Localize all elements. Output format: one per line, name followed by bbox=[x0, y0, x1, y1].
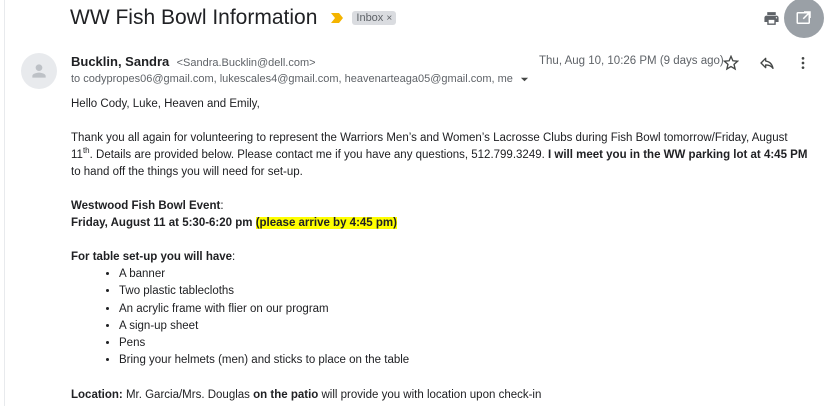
setup-items-list: A banner Two plastic tablecloths An acry… bbox=[71, 266, 811, 370]
intro-superscript: th bbox=[82, 146, 90, 156]
list-item: A banner bbox=[119, 266, 811, 283]
print-icon bbox=[763, 11, 779, 25]
left-divider bbox=[4, 0, 5, 406]
event-heading: Westwood Fish Bowl Event: bbox=[71, 198, 811, 215]
event-time: Friday, August 11 at 5:30-6:20 pm bbox=[71, 217, 256, 229]
more-options-button[interactable] bbox=[790, 52, 816, 74]
remove-label-button[interactable]: × bbox=[386, 13, 392, 24]
intro-text-c: to hand off the things you will need for… bbox=[71, 166, 303, 178]
greeting: Hello Cody, Luke, Heaven and Emily, bbox=[71, 98, 260, 110]
event-time-line: Friday, August 11 at 5:30-6:20 pm (pleas… bbox=[71, 215, 811, 232]
event-colon: : bbox=[220, 200, 224, 212]
message-actions bbox=[718, 52, 826, 74]
recipients-line: to codypropes06@gmail.com, lukescales4@g… bbox=[71, 73, 529, 85]
open-in-new-window-icon bbox=[796, 11, 811, 24]
sender-name[interactable]: Bucklin, Sandra bbox=[71, 54, 169, 69]
message-body: Hello Cody, Luke, Heaven and Emily, Than… bbox=[71, 96, 811, 404]
event-note-highlight: (please arrive by 4:45 pm) bbox=[255, 217, 397, 229]
message-date: Thu, Aug 10, 10:26 PM (9 days ago) bbox=[539, 55, 724, 67]
label-chip-inbox: Inbox × bbox=[352, 11, 397, 25]
star-icon bbox=[723, 55, 739, 71]
intro-paragraph: Thank you all again for volunteering to … bbox=[71, 130, 811, 181]
setup-heading: For table set-up you will have: bbox=[71, 249, 811, 266]
location-line: Location: Mr. Garcia/Mrs. Douglas on the… bbox=[71, 387, 811, 404]
thread-actions bbox=[760, 0, 824, 38]
recipients-text: to codypropes06@gmail.com, lukescales4@g… bbox=[71, 73, 513, 85]
star-button[interactable] bbox=[718, 52, 744, 74]
sender-email: <Sandra.Bucklin@dell.com> bbox=[176, 57, 316, 69]
location-label: Location: bbox=[71, 388, 123, 401]
intro-bold: I will meet you in the WW parking lot at… bbox=[548, 149, 808, 161]
list-item: An acrylic frame with flier on our progr… bbox=[119, 301, 811, 318]
list-item: Two plastic tablecloths bbox=[119, 283, 811, 300]
location-bold: on the patio bbox=[253, 388, 319, 401]
location-text-a: Mr. Garcia/Mrs. Douglas bbox=[122, 388, 254, 401]
chevron-down-icon[interactable] bbox=[520, 75, 529, 84]
list-item: Bring your helmets (men) and sticks to p… bbox=[119, 352, 811, 369]
subject-row: WW Fish Bowl Information Inbox × bbox=[70, 4, 397, 32]
intro-text-b: . Details are provided below. Please con… bbox=[89, 149, 548, 161]
list-item: Pens bbox=[119, 335, 811, 352]
open-in-new-window-button[interactable] bbox=[784, 0, 824, 38]
reply-icon bbox=[760, 57, 774, 69]
list-item: A sign-up sheet bbox=[119, 318, 811, 335]
sender-avatar[interactable] bbox=[21, 53, 57, 89]
sender-line: Bucklin, Sandra <Sandra.Bucklin@dell.com… bbox=[71, 54, 316, 69]
event-label: Westwood Fish Bowl Event bbox=[71, 200, 221, 212]
more-vert-icon bbox=[801, 57, 805, 69]
location-text-b: will provide you with location upon chec… bbox=[318, 388, 542, 401]
setup-label: For table set-up you will have bbox=[71, 251, 233, 263]
importance-marker-icon[interactable] bbox=[330, 12, 344, 24]
print-all-button[interactable] bbox=[760, 7, 782, 29]
label-chip-text: Inbox bbox=[356, 12, 384, 24]
reply-button[interactable] bbox=[754, 52, 780, 74]
person-icon bbox=[32, 64, 46, 78]
email-subject: WW Fish Bowl Information bbox=[70, 6, 318, 29]
setup-colon: : bbox=[232, 251, 236, 263]
